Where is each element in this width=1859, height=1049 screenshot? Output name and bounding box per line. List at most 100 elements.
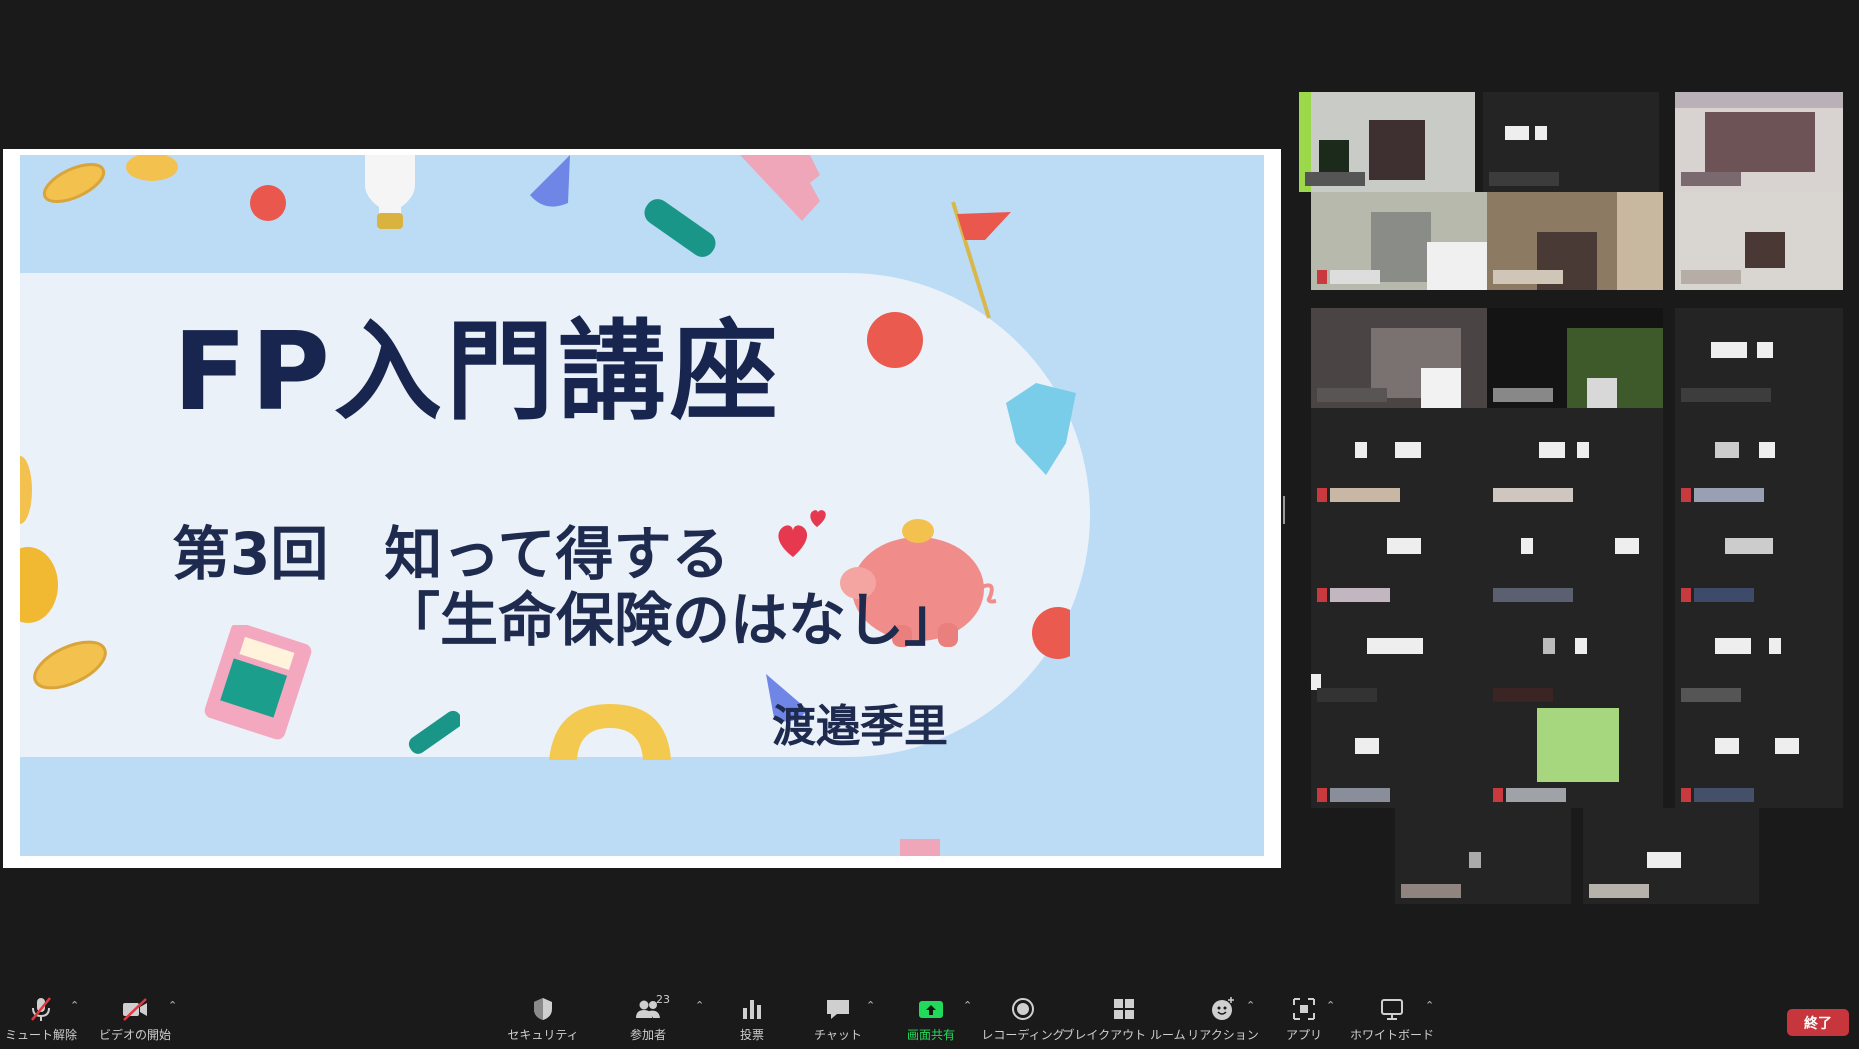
participant-name [1681, 588, 1754, 602]
chat-button[interactable]: チャット [814, 989, 862, 1049]
participant-video-tile[interactable] [1487, 192, 1663, 290]
share-screen-button[interactable]: 画面共有 [900, 989, 962, 1049]
participant-name [1681, 172, 1741, 186]
participant-tile[interactable] [1395, 808, 1571, 904]
participant-video-tile[interactable] [1487, 708, 1663, 808]
participant-name [1489, 172, 1559, 186]
smiley-icon [1210, 996, 1236, 1022]
start-video-button[interactable]: ビデオの開始 [96, 989, 174, 1049]
participant-name [1317, 388, 1387, 402]
shared-screen: FP入門講座 第3回 知って得する 「生命保険のはなし」 渡邉季里 [3, 149, 1281, 868]
participant-name [1589, 884, 1649, 898]
ball-decoration [1032, 607, 1070, 659]
slide-presenter-name: 渡邉季里 [772, 701, 948, 752]
participant-tile[interactable] [1675, 508, 1843, 608]
video-off-icon [122, 996, 148, 1022]
participants-button[interactable]: 23 参加者 [620, 989, 676, 1049]
participant-name [1317, 588, 1390, 602]
coin-decoration [126, 155, 178, 181]
participant-video-tile[interactable] [1675, 192, 1843, 290]
participant-name [1493, 788, 1566, 802]
participant-name [1305, 172, 1365, 186]
participant-name [1401, 884, 1461, 898]
participant-tile[interactable] [1311, 508, 1487, 608]
whiteboard-options-caret[interactable]: ⌃ [1425, 999, 1434, 1012]
coin-decoration [20, 547, 58, 623]
end-meeting-button[interactable]: 終了 [1787, 1009, 1849, 1036]
participant-name [1681, 388, 1771, 402]
calculator-decoration [204, 625, 312, 740]
participants-options-caret[interactable]: ⌃ [695, 999, 704, 1012]
bar-chart-icon [739, 996, 765, 1022]
chat-options-caret[interactable]: ⌃ [866, 999, 875, 1012]
coin-decoration [42, 162, 106, 204]
video-options-caret[interactable]: ⌃ [168, 999, 177, 1012]
cylinder-decoration [408, 710, 460, 754]
participant-name [1493, 688, 1553, 702]
participant-name [1681, 488, 1764, 502]
session-number: 第3回 [172, 520, 329, 588]
apps-options-caret[interactable]: ⌃ [1326, 999, 1335, 1012]
participant-tile[interactable] [1583, 808, 1759, 904]
participant-tile[interactable] [1675, 708, 1843, 808]
participant-tile[interactable] [1311, 408, 1487, 508]
reactions-button[interactable]: リアクション [1187, 989, 1259, 1049]
pink-shape-decoration [900, 839, 940, 856]
participant-tile[interactable] [1487, 608, 1663, 708]
audio-options-caret[interactable]: ⌃ [70, 999, 79, 1012]
record-icon [1010, 996, 1036, 1022]
apps-button[interactable]: アプリ [1282, 989, 1326, 1049]
participant-video-tile[interactable] [1311, 308, 1487, 408]
participant-name [1317, 788, 1390, 802]
split-view-handle[interactable] [1283, 496, 1285, 524]
gem-decoration [1006, 383, 1076, 475]
participant-video-tile[interactable] [1299, 92, 1475, 192]
flag-decoration [951, 201, 1011, 319]
poll-button[interactable]: 投票 [732, 989, 772, 1049]
recording-button[interactable]: レコーディング [981, 989, 1065, 1049]
shield-icon [530, 996, 556, 1022]
participant-name [1493, 588, 1573, 602]
coin-decoration [33, 640, 107, 690]
participant-name [1681, 270, 1741, 284]
ring-decoration [549, 704, 671, 760]
apps-icon [1291, 996, 1317, 1022]
security-button[interactable]: セキュリティ [507, 989, 579, 1049]
participant-tile[interactable] [1487, 408, 1663, 508]
meeting-toolbar: ミュート解除 ⌃ ビデオの開始 ⌃ セキュリティ 23 参加者 ⌃ 投票 チャッ… [0, 989, 1859, 1049]
participant-video-tile[interactable] [1487, 308, 1663, 408]
slide: FP入門講座 第3回 知って得する 「生命保険のはなし」 渡邉季里 [20, 155, 1264, 856]
participant-video-tile[interactable] [1311, 192, 1487, 290]
ball-decoration [867, 312, 923, 368]
participant-name [1317, 488, 1400, 502]
breakout-rooms-button[interactable]: ブレイクアウト ルーム [1062, 989, 1186, 1049]
cone-decoration [530, 155, 570, 207]
grid-icon [1111, 996, 1137, 1022]
share-screen-icon [918, 996, 944, 1022]
participant-name [1681, 688, 1741, 702]
participant-tile[interactable] [1487, 508, 1663, 608]
muted-microphone-icon [28, 996, 54, 1022]
heart-icon [778, 510, 826, 557]
participant-count-badge: 23 [656, 993, 670, 1006]
participant-name [1317, 688, 1377, 702]
unmute-button[interactable]: ミュート解除 [5, 989, 77, 1049]
coin-decoration [20, 456, 32, 524]
participant-tile[interactable] [1675, 408, 1843, 508]
participant-name [1317, 270, 1380, 284]
participant-video-tile[interactable] [1675, 92, 1843, 192]
participant-tile[interactable] [1675, 608, 1843, 708]
participant-tile[interactable] [1483, 92, 1659, 192]
participant-tile[interactable] [1311, 708, 1487, 808]
participant-name [1493, 270, 1563, 284]
speech-bubble-icon [825, 996, 851, 1022]
lightbulb-decoration [365, 155, 415, 229]
whiteboard-button[interactable]: ホワイトボード [1350, 989, 1434, 1049]
participant-tile[interactable] [1675, 308, 1843, 408]
participant-tile[interactable] [1311, 608, 1487, 708]
reactions-options-caret[interactable]: ⌃ [1246, 999, 1255, 1012]
people-icon: 23 [635, 993, 670, 1022]
participant-gallery [1295, 92, 1855, 932]
slide-title: FP入門講座 [173, 310, 782, 435]
share-options-caret[interactable]: ⌃ [963, 999, 972, 1012]
